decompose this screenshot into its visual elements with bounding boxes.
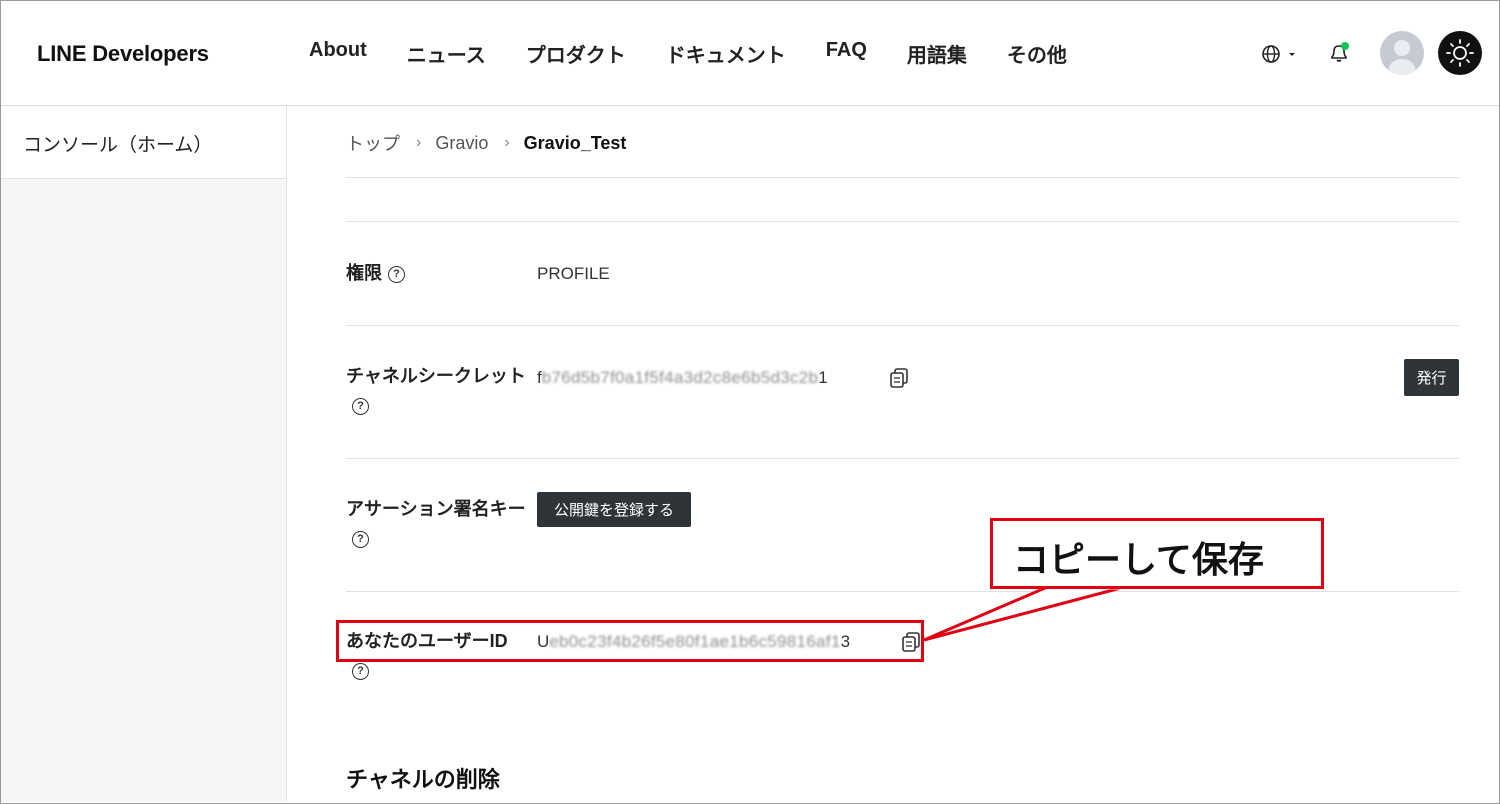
notifications-button[interactable] bbox=[1327, 41, 1351, 65]
divider bbox=[346, 177, 1459, 178]
sidebar-item-label: コンソール（ホーム） bbox=[23, 135, 213, 156]
divider bbox=[346, 221, 1459, 222]
chevron-right-icon: › bbox=[416, 134, 422, 151]
top-header: LINE Developers About ニュース プロダクト ドキュメント … bbox=[1, 1, 1499, 106]
callout-text: コピーして保存 bbox=[1013, 539, 1264, 580]
nav-faq[interactable]: FAQ bbox=[826, 39, 867, 68]
permission-label-text: 権限 bbox=[346, 263, 382, 283]
channel-secret-label-text: チャネルシークレット bbox=[346, 366, 526, 386]
nav-about[interactable]: About bbox=[309, 39, 367, 68]
nav-other[interactable]: その他 bbox=[1007, 39, 1067, 68]
main-nav: About ニュース プロダクト ドキュメント FAQ 用語集 その他 bbox=[309, 39, 1067, 68]
chevron-right-icon: › bbox=[504, 134, 510, 151]
delete-channel-heading: チャネルの削除 bbox=[346, 767, 500, 792]
sidebar-item-console-home[interactable]: コンソール（ホーム） bbox=[1, 106, 286, 179]
divider bbox=[346, 591, 1459, 592]
user-avatar[interactable] bbox=[1380, 31, 1424, 75]
breadcrumb: トップ › Gravio › Gravio_Test bbox=[346, 130, 626, 156]
nav-glossary[interactable]: 用語集 bbox=[907, 39, 967, 68]
nav-docs[interactable]: ドキュメント bbox=[666, 39, 786, 68]
help-icon[interactable]: ? bbox=[352, 662, 369, 680]
chevron-down-icon bbox=[1289, 53, 1295, 56]
copy-icon[interactable] bbox=[890, 368, 908, 388]
bell-icon bbox=[1331, 42, 1349, 62]
site-logo[interactable]: LINE Developers bbox=[37, 41, 209, 67]
channel-secret-end: 1 bbox=[818, 368, 828, 387]
sun-icon bbox=[1446, 39, 1474, 67]
person-icon bbox=[1388, 40, 1416, 75]
permission-label: 権限? bbox=[346, 259, 526, 288]
help-icon[interactable]: ? bbox=[352, 397, 369, 415]
breadcrumb-top[interactable]: トップ bbox=[346, 130, 400, 156]
assertion-key-label: アサーション署名キー? bbox=[346, 495, 526, 553]
channel-secret-value: fb76d5b7f0a1f5f4a3d2c8e6b5d3c2b1 bbox=[537, 368, 828, 388]
channel-secret-label: チャネルシークレット? bbox=[346, 362, 526, 420]
divider bbox=[346, 325, 1459, 326]
user-id-highlight bbox=[336, 620, 924, 662]
sidebar: コンソール（ホーム） bbox=[1, 106, 287, 802]
globe-icon bbox=[1262, 45, 1295, 63]
divider bbox=[346, 458, 1459, 459]
breadcrumb-current: Gravio_Test bbox=[523, 132, 627, 153]
assertion-key-label-text: アサーション署名キー bbox=[346, 499, 526, 519]
permission-value: PROFILE bbox=[537, 264, 610, 283]
theme-toggle-button[interactable] bbox=[1438, 31, 1482, 75]
language-selector[interactable] bbox=[1261, 43, 1299, 65]
issue-button[interactable]: 発行 bbox=[1404, 359, 1459, 396]
channel-secret-masked: b76d5b7f0a1f5f4a3d2c8e6b5d3c2b bbox=[541, 368, 819, 387]
nav-news[interactable]: ニュース bbox=[407, 39, 486, 68]
register-public-key-button[interactable]: 公開鍵を登録する bbox=[537, 492, 691, 527]
breadcrumb-provider[interactable]: Gravio bbox=[435, 133, 488, 154]
callout-box: コピーして保存 bbox=[990, 518, 1324, 589]
help-icon[interactable]: ? bbox=[388, 265, 405, 283]
help-icon[interactable]: ? bbox=[352, 530, 369, 548]
nav-products[interactable]: プロダクト bbox=[526, 39, 626, 68]
